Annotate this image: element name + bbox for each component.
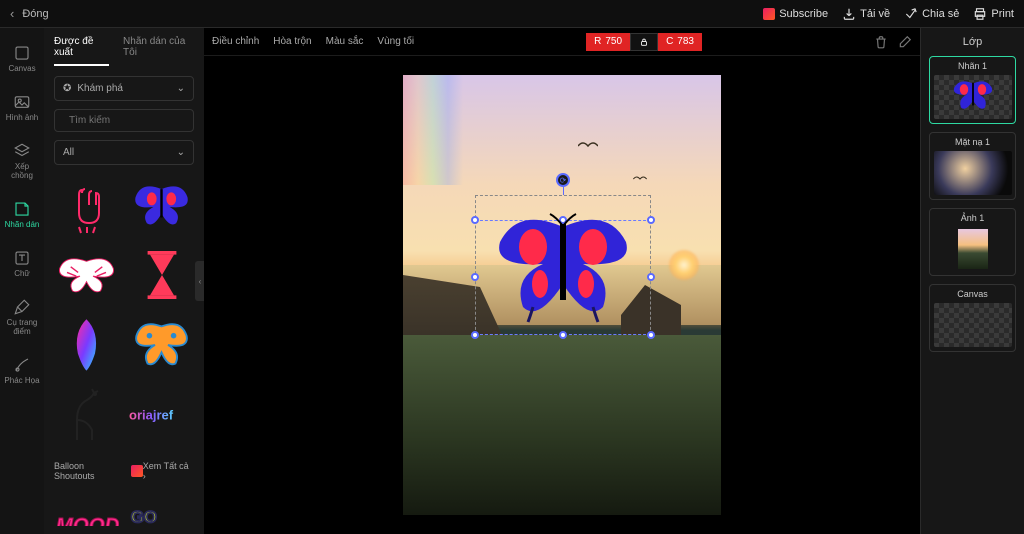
butterfly-sticker[interactable] xyxy=(488,212,638,332)
search-input-wrapper[interactable] xyxy=(54,109,194,132)
print-icon xyxy=(973,7,987,21)
ct-tab-shadow[interactable]: Vùng tối xyxy=(377,36,414,47)
layer-sticker-1[interactable]: Nhãn 1 xyxy=(929,56,1016,124)
layers-title: Lớp xyxy=(929,36,1016,48)
image-icon xyxy=(13,93,31,111)
back-chevron-icon[interactable]: ‹ xyxy=(10,6,14,21)
layers-icon xyxy=(13,142,31,160)
tool-sticker[interactable]: Nhãn dán xyxy=(0,196,44,233)
grass xyxy=(403,335,721,515)
chevron-down-icon: ⌄ xyxy=(177,83,185,94)
tool-rail: Canvas Hình ảnh Xếp chồng Nhãn dán Chữ C… xyxy=(0,28,44,534)
download-button[interactable]: Tải về xyxy=(842,7,890,21)
dim-r[interactable]: R 750 xyxy=(586,33,630,51)
tool-image[interactable]: Hình ảnh xyxy=(0,89,44,126)
sticker-icon xyxy=(13,200,31,218)
svg-text:GO: GO xyxy=(131,507,157,526)
sticker-mood[interactable]: MOOD xyxy=(54,495,119,526)
resize-handle[interactable] xyxy=(471,216,479,224)
sticker-grid: oriajref Balloon Shoutouts Xem Tất cả › … xyxy=(54,175,194,526)
layer-canvas[interactable]: Canvas xyxy=(929,284,1016,352)
selection-box[interactable]: ⟳ xyxy=(475,195,651,335)
gift-icon xyxy=(131,465,143,477)
ct-tab-color[interactable]: Màu sắc xyxy=(326,36,364,47)
sun xyxy=(669,250,699,280)
canvas-top-bar: Điều chỉnh Hòa trộn Màu sắc Vùng tối R 7… xyxy=(204,28,920,56)
dim-c[interactable]: C 783 xyxy=(658,33,702,51)
tool-sketch[interactable]: Phác Họa xyxy=(0,352,44,389)
sticker-giraffe[interactable] xyxy=(54,385,119,445)
artboard[interactable]: ⟳ xyxy=(403,75,721,515)
panel-tab-my-stickers[interactable]: Nhãn dán của Tôi xyxy=(123,36,194,66)
lock-icon xyxy=(639,37,649,47)
resize-handle[interactable] xyxy=(647,273,655,281)
layer-thumb xyxy=(934,303,1012,347)
layer-image-1[interactable]: Ảnh 1 xyxy=(929,208,1016,276)
resize-handle[interactable] xyxy=(559,331,567,339)
layer-thumb xyxy=(934,75,1012,119)
svg-text:oriajref: oriajref xyxy=(129,407,174,422)
brush-icon xyxy=(13,298,31,316)
panel-collapse-button[interactable]: ‹ xyxy=(195,261,204,301)
resize-handle[interactable] xyxy=(647,331,655,339)
search-input[interactable] xyxy=(69,115,201,126)
bird-icon xyxy=(578,140,598,152)
pencil-icon xyxy=(13,356,31,374)
bird-icon xyxy=(633,175,647,183)
dim-lock[interactable] xyxy=(630,33,658,51)
sticker-side-panel: Được đề xuất Nhãn dán của Tôi ✪Khám phá … xyxy=(44,28,204,534)
rotate-handle[interactable]: ⟳ xyxy=(556,173,570,187)
subscribe-button[interactable]: Subscribe xyxy=(763,8,828,20)
rainbow-overlay xyxy=(403,75,463,185)
top-bar: ‹ Đóng Subscribe Tải về Chia sẻ Print xyxy=(0,0,1024,28)
sticker-hand[interactable] xyxy=(54,175,119,235)
close-label[interactable]: Đóng xyxy=(22,8,48,20)
layer-thumb xyxy=(934,151,1012,195)
share-button[interactable]: Chia sẻ xyxy=(904,7,959,21)
compass-icon: ✪ xyxy=(63,83,71,94)
layers-panel: Lớp Nhãn 1 Mặt nạ 1 Ảnh 1 Canvas xyxy=(920,28,1024,534)
dimension-display: R 750 C 783 xyxy=(586,33,702,51)
category-row: Balloon Shoutouts Xem Tất cả › xyxy=(54,461,194,481)
explore-dropdown[interactable]: ✪Khám phá ⌄ xyxy=(54,76,194,101)
text-icon xyxy=(13,249,31,267)
see-all-link[interactable]: Xem Tất cả › xyxy=(143,461,194,481)
layer-mask-1[interactable]: Mặt nạ 1 xyxy=(929,132,1016,200)
gift-icon xyxy=(763,8,775,20)
chevron-down-icon: ⌄ xyxy=(177,147,185,158)
sticker-feather[interactable] xyxy=(54,315,119,375)
tool-overlay[interactable]: Xếp chồng xyxy=(0,138,44,184)
sticker-hourglass[interactable] xyxy=(129,245,194,305)
ct-tab-adjust[interactable]: Điều chỉnh xyxy=(212,36,259,47)
sticker-orlajref[interactable]: oriajref xyxy=(129,385,194,445)
download-icon xyxy=(842,7,856,21)
eraser-icon[interactable] xyxy=(898,35,912,49)
print-button[interactable]: Print xyxy=(973,7,1014,21)
sticker-butterfly-white[interactable] xyxy=(54,245,119,305)
sticker-gogirl[interactable]: GOGIRL xyxy=(129,495,194,526)
share-icon xyxy=(904,7,918,21)
sticker-butterfly-blue[interactable] xyxy=(129,175,194,235)
tool-canvas[interactable]: Canvas xyxy=(0,40,44,77)
svg-text:MOOD: MOOD xyxy=(56,515,119,526)
layer-thumb xyxy=(934,227,1012,271)
tool-makeup[interactable]: Cụ trang điểm xyxy=(0,294,44,340)
ct-tab-blend[interactable]: Hòa trộn xyxy=(273,36,311,47)
panel-tab-recommended[interactable]: Được đề xuất xyxy=(54,36,109,66)
canvas-area: Điều chỉnh Hòa trộn Màu sắc Vùng tối R 7… xyxy=(204,28,920,534)
resize-handle[interactable] xyxy=(471,331,479,339)
canvas-icon xyxy=(13,44,31,62)
trash-icon[interactable] xyxy=(874,35,888,49)
canvas-stage[interactable]: ⟳ xyxy=(204,56,920,534)
resize-handle[interactable] xyxy=(647,216,655,224)
sticker-butterfly-orange[interactable] xyxy=(129,315,194,375)
resize-handle[interactable] xyxy=(471,273,479,281)
filter-dropdown[interactable]: All ⌄ xyxy=(54,140,194,165)
tool-text[interactable]: Chữ xyxy=(0,245,44,282)
